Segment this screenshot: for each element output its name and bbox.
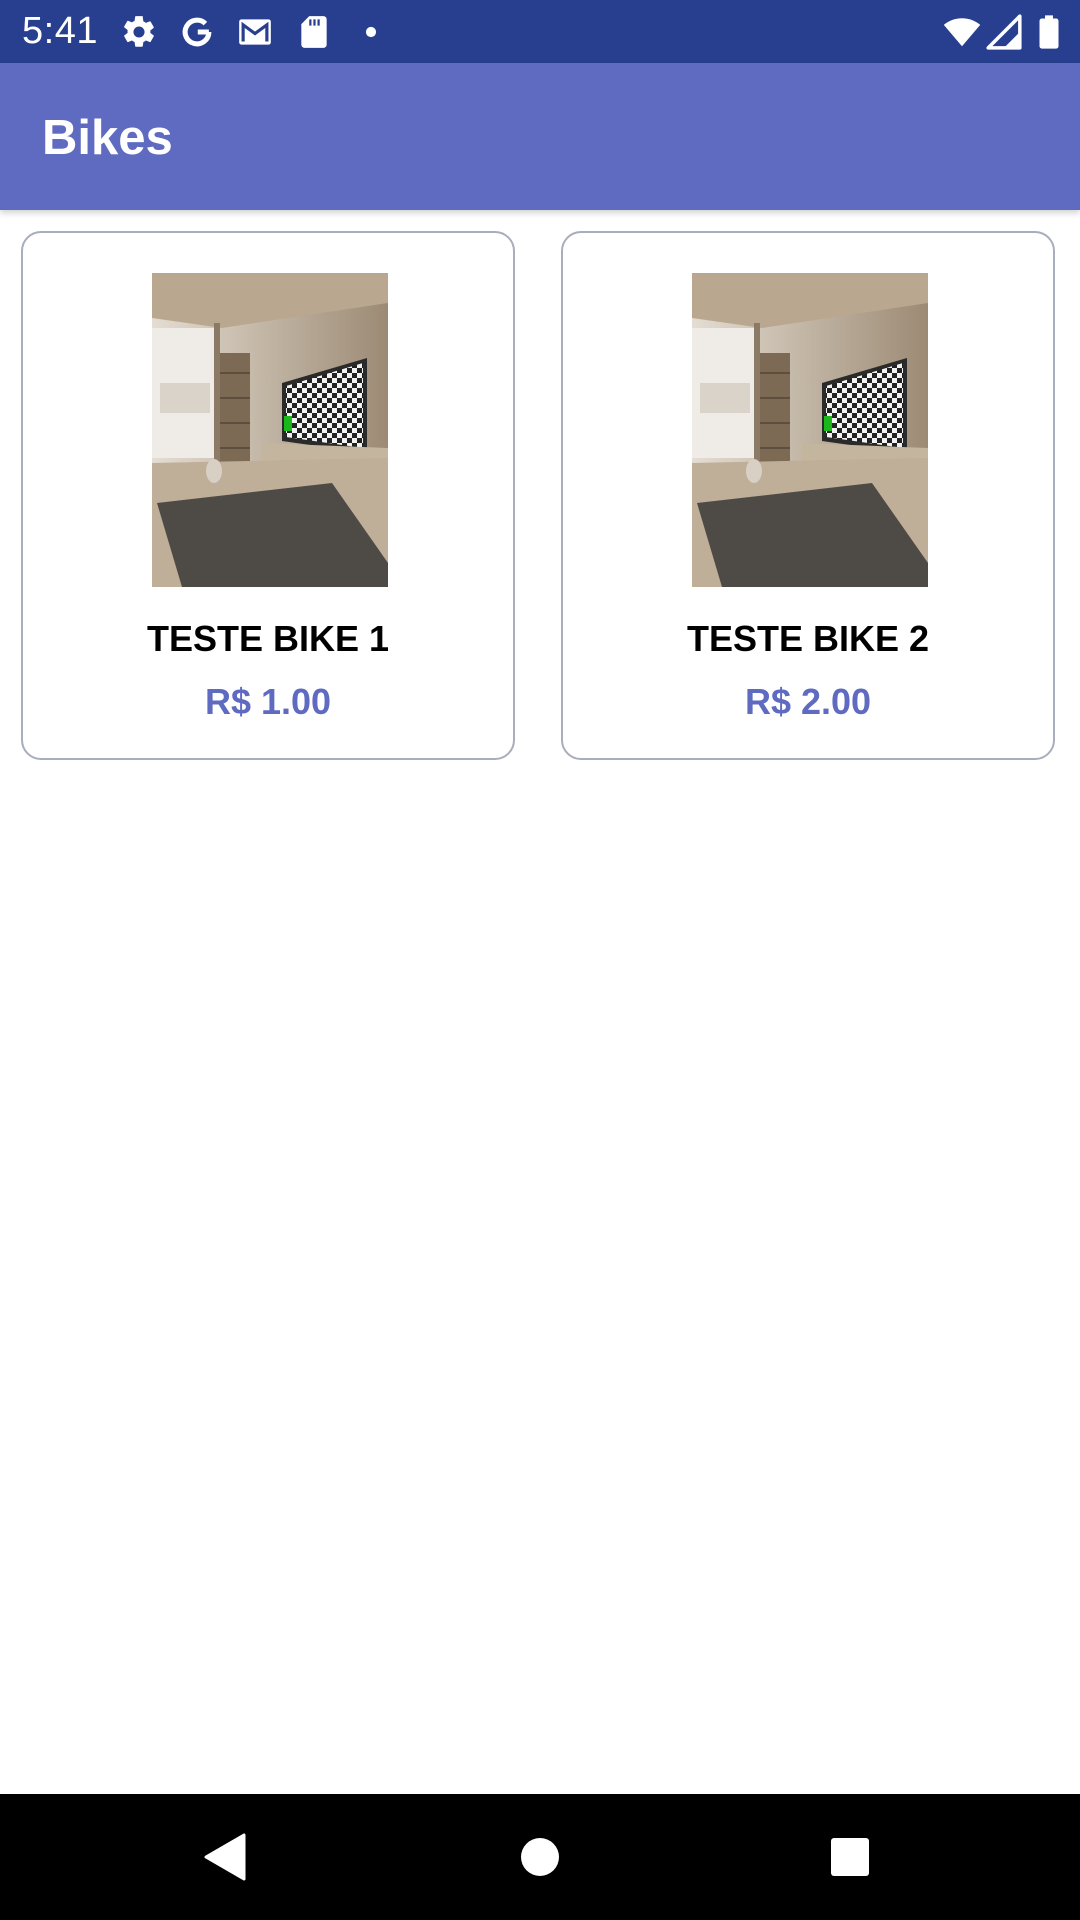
app-bar: Bikes — [0, 63, 1080, 210]
product-price: R$ 1.00 — [204, 681, 332, 722]
recents-icon[interactable] — [820, 1827, 880, 1887]
signal-icon — [986, 14, 1022, 50]
product-name: TESTE BIKE 2 — [686, 618, 930, 659]
navigation-bar — [0, 1794, 1080, 1920]
gear-icon — [124, 16, 154, 47]
product-image — [692, 273, 928, 587]
product-card-1[interactable]: TESTE BIKE 1 R$ 1.00 — [21, 231, 515, 760]
product-price: R$ 2.00 — [744, 681, 872, 722]
google-icon — [182, 17, 212, 47]
status-time: 5:41 — [22, 10, 98, 52]
wifi-icon — [943, 18, 981, 47]
product-name: TESTE BIKE 1 — [146, 618, 390, 659]
app-title: Bikes — [42, 111, 173, 165]
status-bar: 5:41 — [0, 0, 1080, 63]
dot-icon — [365, 26, 377, 38]
product-image — [152, 273, 388, 587]
gmail-icon — [239, 19, 271, 45]
battery-icon — [1039, 15, 1059, 49]
home-icon[interactable] — [510, 1827, 570, 1887]
back-icon[interactable] — [196, 1827, 256, 1887]
sd-card-icon — [301, 16, 327, 48]
product-card-2[interactable]: TESTE BIKE 2 R$ 2.00 — [561, 231, 1055, 760]
screen: 5:41 Bikes TESTE BIKE 1 R$ 1.00 TESTE BI… — [0, 0, 1080, 1920]
